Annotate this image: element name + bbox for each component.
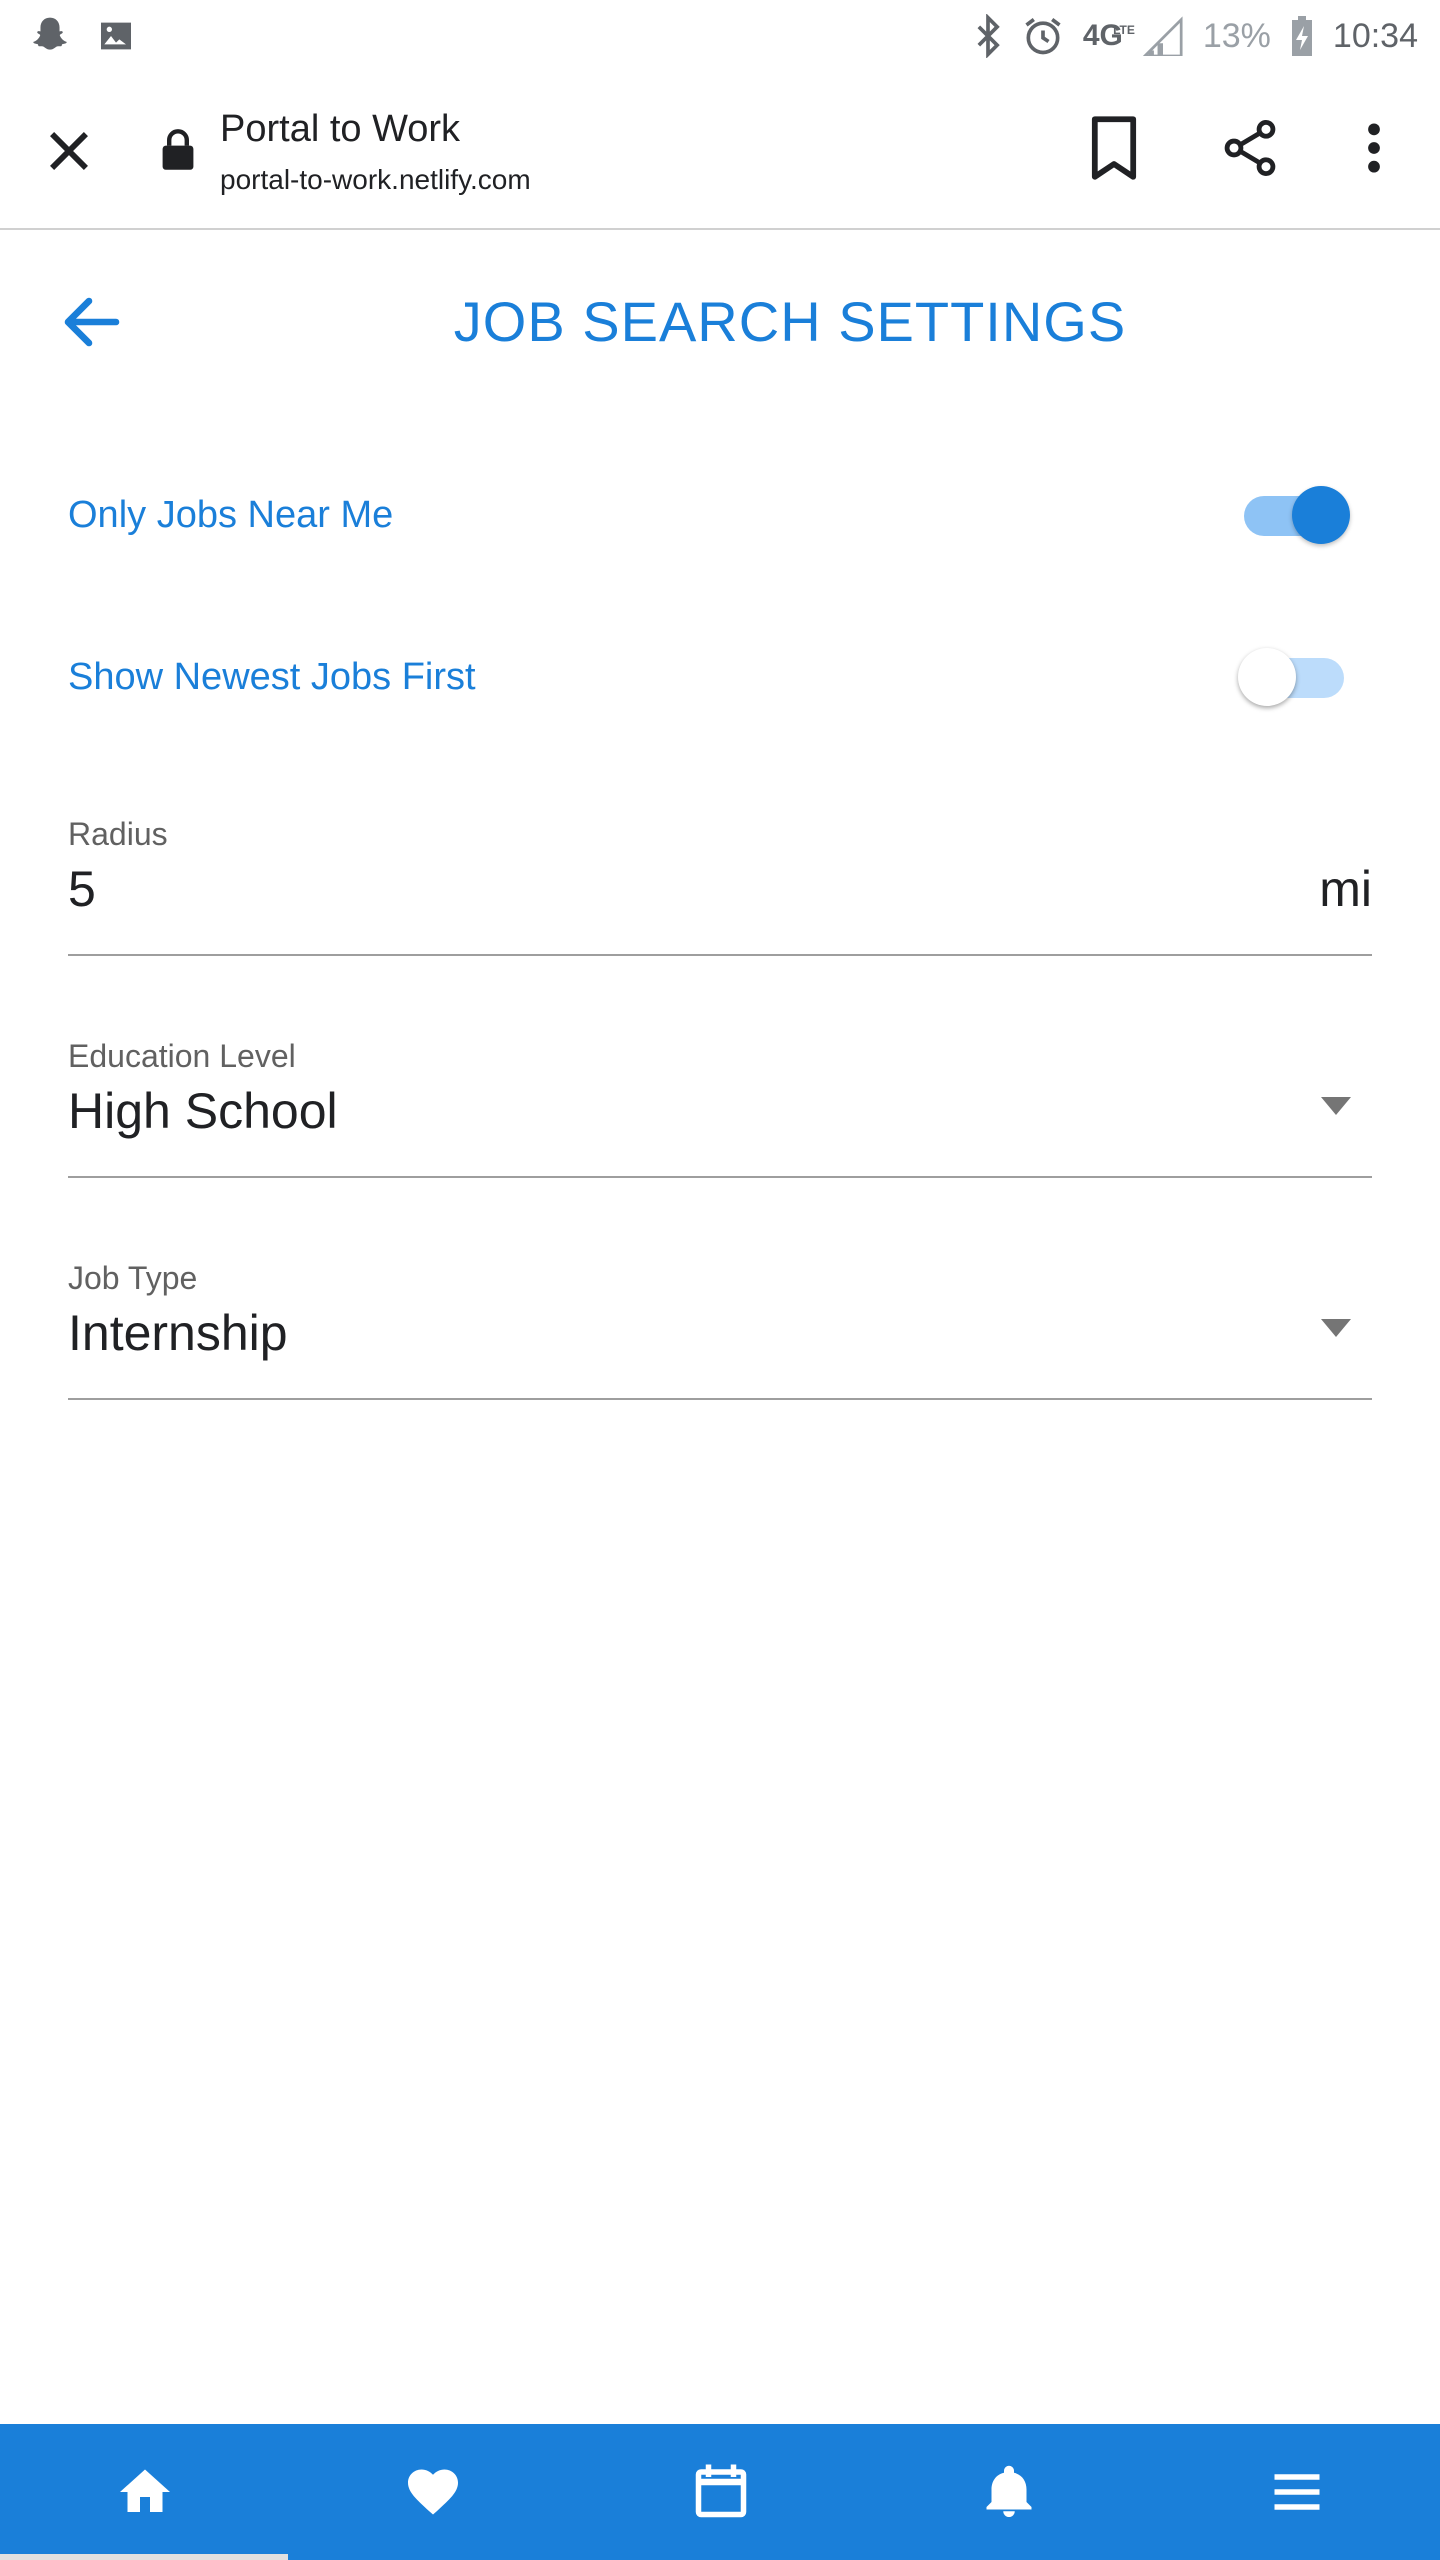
education-level-select[interactable]: Education Level High School <box>68 1038 1372 1178</box>
nav-calendar[interactable] <box>576 2424 864 2560</box>
radius-unit: mi <box>1319 861 1372 917</box>
battery-charging-icon <box>1289 14 1315 58</box>
signal-icon <box>1141 16 1185 56</box>
radius-input[interactable]: 5 <box>68 860 96 918</box>
nav-notifications[interactable] <box>864 2424 1152 2560</box>
near-me-setting[interactable]: Only Jobs Near Me <box>68 476 1372 556</box>
calendar-icon <box>695 2464 747 2518</box>
radius-field[interactable]: Radius 5 mi <box>68 816 1372 956</box>
bluetooth-icon <box>973 14 1003 58</box>
home-icon <box>120 2469 170 2512</box>
toggle-thumb[interactable] <box>1292 486 1350 544</box>
education-level-label: Education Level <box>68 1038 296 1074</box>
close-icon[interactable] <box>40 122 98 180</box>
snapchat-icon <box>28 14 72 58</box>
page-url[interactable]: portal-to-work.netlify.com <box>220 164 531 196</box>
job-type-value[interactable]: Internship <box>68 1304 288 1362</box>
job-type-select[interactable]: Job Type Internship <box>68 1260 1372 1400</box>
nav-home[interactable] <box>0 2424 288 2560</box>
network-type: 4G LTE <box>1082 19 1135 52</box>
menu-icon <box>1274 2474 1320 2510</box>
newest-first-toggle[interactable] <box>1238 648 1344 706</box>
newest-first-label: Show Newest Jobs First <box>68 656 476 698</box>
image-icon <box>96 16 136 56</box>
dropdown-caret-icon[interactable] <box>1318 1316 1354 1340</box>
page-site-title: Portal to Work <box>220 108 461 150</box>
newest-first-setting[interactable]: Show Newest Jobs First <box>68 638 1372 718</box>
bell-icon <box>986 2465 1032 2517</box>
dropdown-caret-icon[interactable] <box>1318 1094 1354 1118</box>
toggle-thumb[interactable] <box>1238 648 1296 706</box>
browser-toolbar: Portal to Work portal-to-work.netlify.co… <box>0 72 1440 230</box>
bottom-navigation <box>0 2424 1440 2560</box>
share-icon[interactable] <box>1218 116 1282 180</box>
status-bar: 4G LTE 13% 10:34 <box>0 0 1440 72</box>
clock-time: 10:34 <box>1332 16 1418 55</box>
nav-menu[interactable] <box>1152 2424 1440 2560</box>
alarm-icon <box>1021 14 1065 58</box>
battery-percent: 13% <box>1202 16 1271 55</box>
radius-label: Radius <box>68 816 168 852</box>
page-title: JOB SEARCH SETTINGS <box>453 290 1127 353</box>
job-type-label: Job Type <box>68 1260 198 1296</box>
bookmark-icon[interactable] <box>1088 116 1140 180</box>
active-tab-indicator <box>0 2554 288 2560</box>
more-options-icon[interactable] <box>1354 116 1394 180</box>
near-me-toggle[interactable] <box>1244 486 1350 544</box>
heart-icon <box>408 2469 458 2515</box>
nav-favorites[interactable] <box>288 2424 576 2560</box>
network-subtype: LTE <box>1113 23 1135 37</box>
lock-icon[interactable] <box>160 128 196 172</box>
education-level-value[interactable]: High School <box>68 1082 338 1140</box>
near-me-label: Only Jobs Near Me <box>68 494 394 536</box>
